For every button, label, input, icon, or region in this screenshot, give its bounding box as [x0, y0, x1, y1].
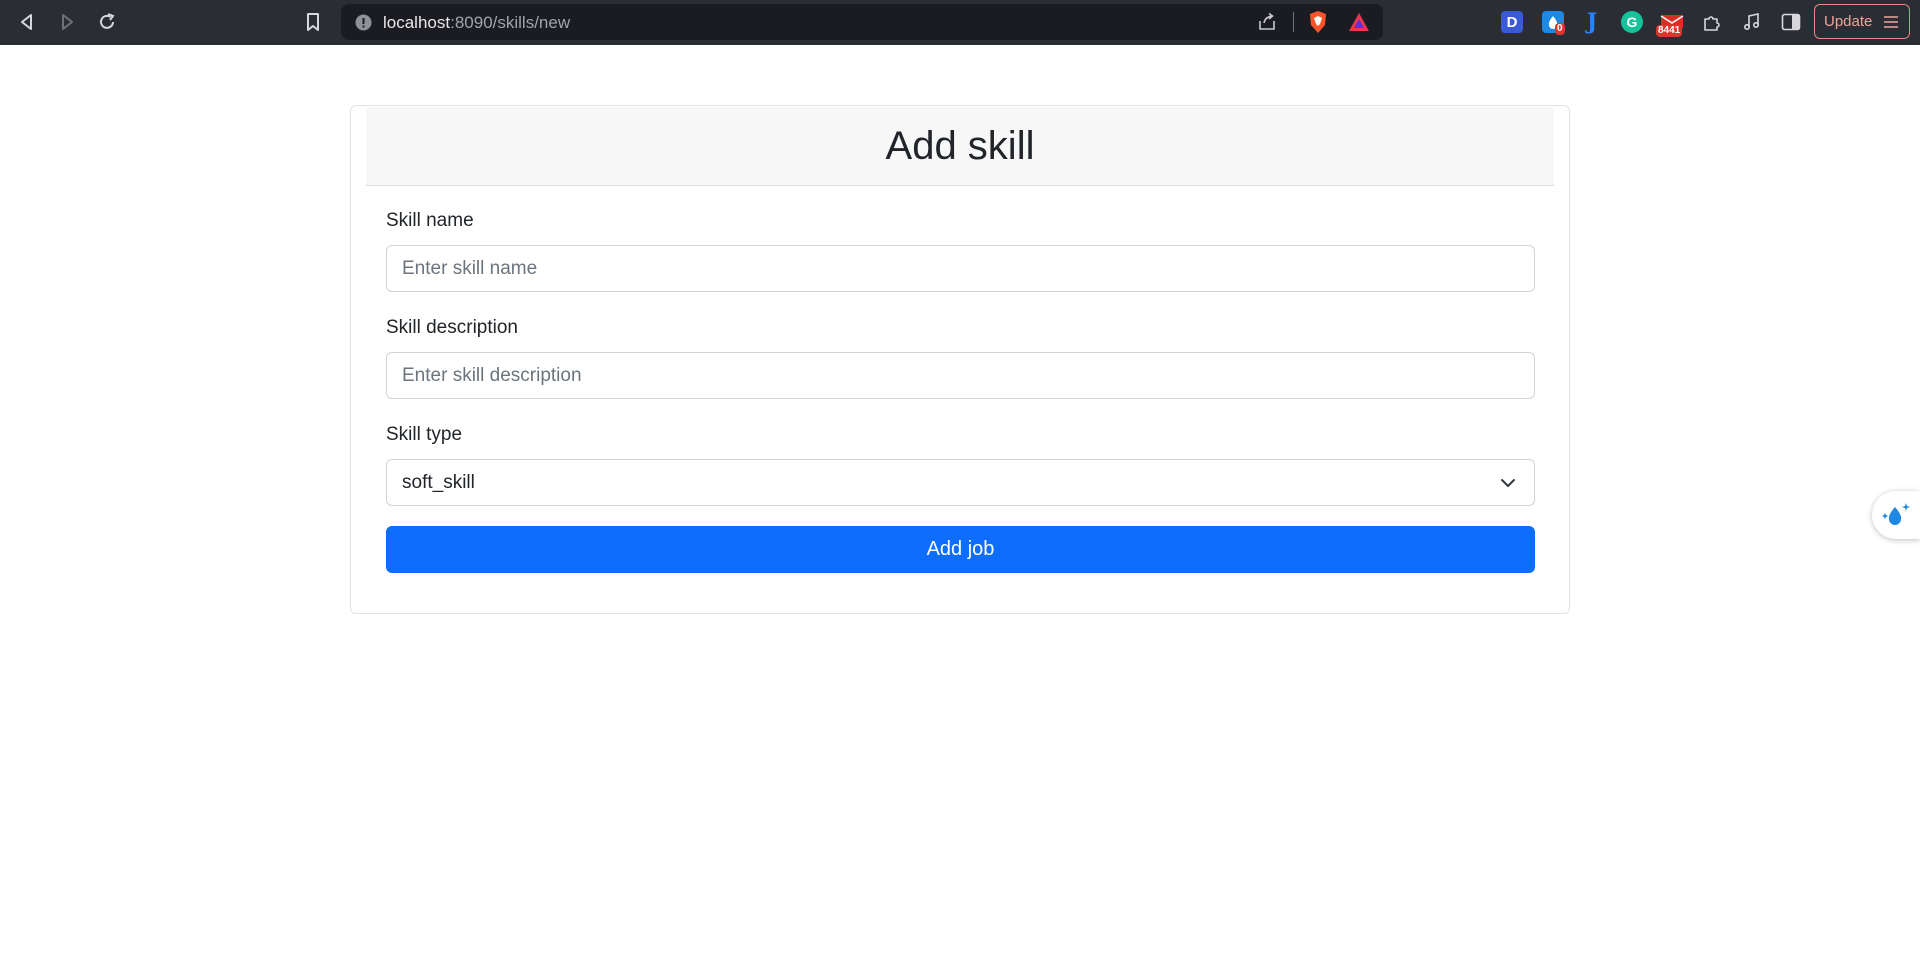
grammarly-icon: G	[1621, 11, 1643, 33]
address-bar[interactable]: localhost:8090/skills/new	[341, 4, 1383, 40]
skill-description-label: Skill description	[386, 317, 518, 338]
mail-checker-badge: 8441	[1656, 25, 1683, 37]
floating-widget-button[interactable]	[1872, 491, 1920, 539]
skill-type-value: soft_skill	[402, 471, 475, 493]
browser-toolbar: localhost:8090/skills/new D 0 J G 8441 U…	[0, 0, 1920, 45]
skill-type-label: Skill type	[386, 424, 463, 445]
update-button[interactable]: Update	[1814, 4, 1910, 39]
extension-mail-checker[interactable]: 8441	[1656, 9, 1685, 37]
card-header: Add skill	[366, 107, 1554, 186]
sidebar-button[interactable]	[1778, 9, 1804, 35]
brave-shields-icon[interactable]	[1307, 10, 1329, 34]
skill-name-label: Skill name	[386, 210, 474, 231]
site-info-icon[interactable]	[355, 14, 372, 31]
sidebar-icon	[1781, 13, 1801, 31]
url-host: localhost	[383, 13, 451, 32]
skill-description-input[interactable]	[386, 352, 1535, 399]
puzzle-icon	[1704, 16, 1720, 31]
menu-icon	[1884, 16, 1898, 28]
skill-type-select[interactable]: soft_skill	[386, 459, 1535, 506]
add-job-button[interactable]: Add job	[386, 526, 1535, 573]
media-button[interactable]	[1739, 9, 1765, 35]
address-divider	[1293, 12, 1294, 32]
bookmark-icon	[307, 13, 319, 31]
bookmark-button[interactable]	[299, 8, 327, 36]
extension-jira[interactable]: J	[1579, 9, 1605, 35]
extensions-button[interactable]	[1699, 9, 1725, 35]
reload-button[interactable]	[93, 8, 121, 36]
forward-icon	[62, 14, 73, 30]
brave-rewards-icon[interactable]	[1348, 12, 1370, 32]
skill-name-input[interactable]	[386, 245, 1535, 292]
forward-button[interactable]	[53, 8, 81, 36]
update-label: Update	[1824, 13, 1873, 30]
page-title: Add skill	[885, 123, 1035, 168]
dashlane-icon: D	[1501, 11, 1523, 33]
reload-icon	[100, 13, 115, 29]
share-icon[interactable]	[1257, 12, 1277, 32]
extension-water-reminder[interactable]: 0	[1540, 9, 1566, 35]
water-drop-sparkle-icon	[1882, 503, 1910, 525]
extension-grammarly[interactable]: G	[1619, 9, 1645, 35]
add-skill-card: Add skill Skill name Skill description S…	[350, 105, 1570, 614]
back-button[interactable]	[13, 8, 41, 36]
jira-icon: J	[1586, 9, 1598, 35]
chevron-down-icon	[1501, 479, 1515, 487]
extension-dashlane[interactable]: D	[1499, 9, 1525, 35]
music-note-icon	[1743, 13, 1760, 31]
water-reminder-badge: 0	[1555, 23, 1565, 35]
back-icon	[21, 14, 32, 30]
url-text: localhost:8090/skills/new	[383, 13, 570, 33]
url-path: :8090/skills/new	[450, 13, 571, 32]
